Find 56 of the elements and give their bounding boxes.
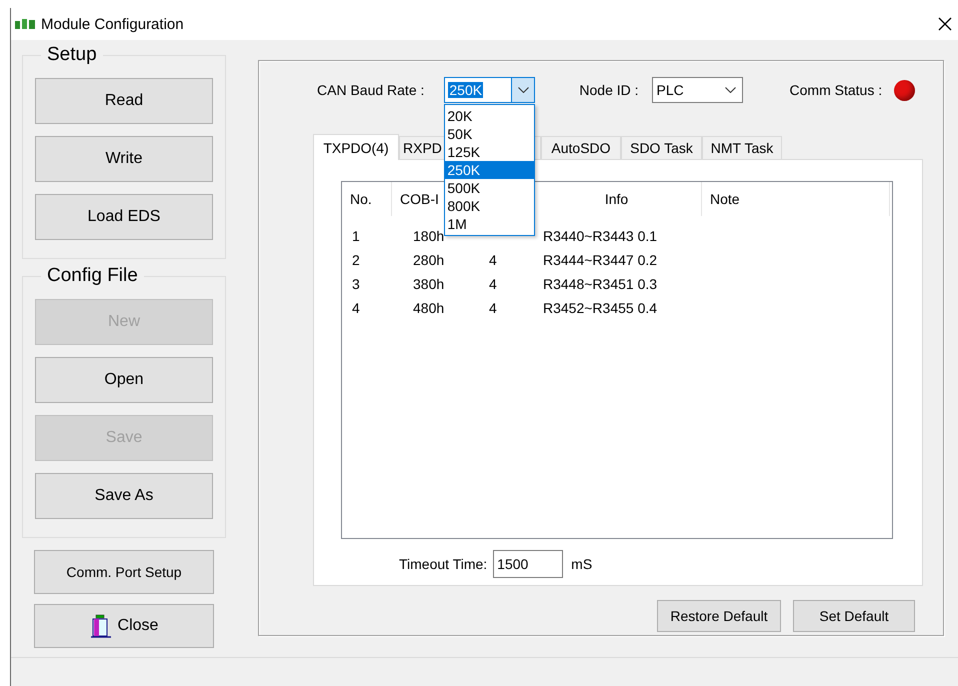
- table-cell: R3440~R3443 0.1: [543, 228, 658, 244]
- table-cell: R3448~R3451 0.3: [543, 276, 658, 292]
- field-label: CAN Baud Rate :: [317, 82, 424, 98]
- table-cell: 3: [352, 276, 360, 292]
- config-button[interactable]: Save As: [35, 473, 213, 519]
- setup-button[interactable]: Write: [35, 136, 213, 182]
- column-header[interactable]: Info: [604, 191, 628, 207]
- tab[interactable]: AutoSDO: [541, 136, 621, 159]
- window-title: Module Configuration: [41, 16, 185, 32]
- table-cell: 4: [489, 252, 497, 268]
- column-header[interactable]: COB-I: [400, 191, 439, 207]
- group-title: Config File: [46, 265, 139, 287]
- set-default-button[interactable]: Set Default: [793, 600, 915, 632]
- dropdown-option[interactable]: 1M: [445, 215, 534, 233]
- chevron-down-icon: [518, 87, 529, 93]
- dropdown-value: PLC: [656, 82, 685, 98]
- table-cell: 4: [352, 300, 360, 316]
- field-label: Timeout Time:: [399, 556, 488, 572]
- table-cell: R3444~R3447 0.2: [543, 252, 658, 268]
- close-icon[interactable]: [938, 17, 952, 31]
- comm-port-setup-button[interactable]: Comm. Port Setup: [34, 550, 214, 594]
- node-id-dropdown[interactable]: PLC: [652, 77, 743, 103]
- dropdown-option[interactable]: 20K: [445, 107, 534, 125]
- restore-default-button[interactable]: Restore Default: [657, 600, 781, 632]
- table-cell: R3452~R3455 0.4: [543, 300, 658, 316]
- field-label: Node ID :: [579, 82, 639, 98]
- setup-button[interactable]: Read: [35, 78, 213, 124]
- table-cell: 2: [352, 252, 360, 268]
- close-button[interactable]: Close: [34, 604, 214, 648]
- field-label: Comm Status :: [790, 82, 882, 98]
- table-cell: 4: [489, 300, 497, 316]
- timeout-field[interactable]: 1500: [493, 550, 564, 578]
- config-button[interactable]: Open: [35, 357, 213, 403]
- group-title: Setup: [46, 44, 98, 66]
- dropdown-option[interactable]: 125K: [445, 143, 534, 161]
- column-header[interactable]: Note: [710, 191, 740, 207]
- table-cell: 180h: [413, 228, 444, 244]
- app-logo-icon: [15, 18, 35, 30]
- tab[interactable]: TXPDO(4): [313, 134, 399, 160]
- unit-label: mS: [571, 556, 592, 572]
- table-cell: 380h: [413, 276, 444, 292]
- dropdown-option[interactable]: 800K: [445, 197, 534, 215]
- table-cell: 4: [489, 276, 497, 292]
- chevron-down-icon: [725, 87, 736, 93]
- dropdown-option[interactable]: 500K: [445, 179, 534, 197]
- tab[interactable]: SDO Task: [621, 136, 702, 159]
- dropdown-value: 250K: [448, 82, 484, 98]
- tab[interactable]: NMT Task: [702, 136, 782, 159]
- dropdown-option[interactable]: 250K: [445, 161, 534, 179]
- setup-button[interactable]: Load EDS: [35, 194, 213, 240]
- table-cell: 280h: [413, 252, 444, 268]
- table-cell: 1: [352, 228, 360, 244]
- door-icon: [90, 614, 112, 638]
- column-header[interactable]: No.: [350, 191, 372, 207]
- dropdown-option[interactable]: 50K: [445, 125, 534, 143]
- table-cell: 480h: [413, 300, 444, 316]
